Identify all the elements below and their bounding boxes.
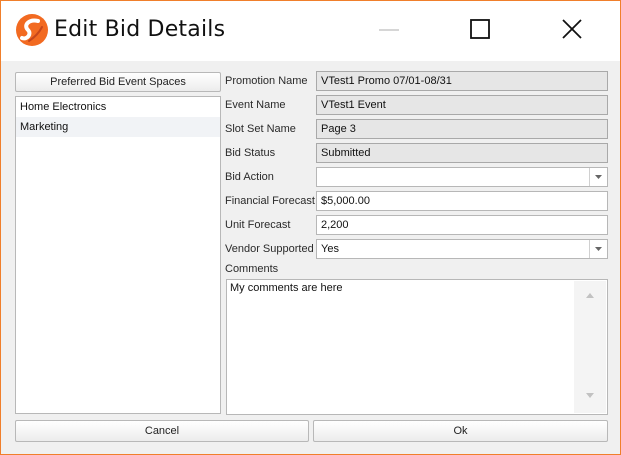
unit-forecast-input[interactable]: 2,200 <box>316 215 608 235</box>
close-icon <box>562 19 582 39</box>
bid-action-dropdown-arrow[interactable] <box>589 168 607 186</box>
comments-label: Comments <box>225 263 279 275</box>
bid-action-dropdown[interactable] <box>316 167 608 187</box>
vendor-supported-label: Vendor Supported <box>225 243 314 255</box>
close-button[interactable] <box>549 11 595 49</box>
scroll-up-icon[interactable] <box>586 293 594 298</box>
slot-set-name-field: Page 3 <box>316 119 608 139</box>
comments-text: My comments are here <box>230 282 343 294</box>
bid-status-label: Bid Status <box>225 147 276 159</box>
preferred-spaces-list: Home Electronics Marketing <box>15 96 221 414</box>
minimize-button[interactable] <box>365 11 411 49</box>
chevron-down-icon <box>595 247 602 251</box>
promotion-name-label: Promotion Name <box>225 75 308 87</box>
financial-forecast-input[interactable]: $5,000.00 <box>316 191 608 211</box>
list-item[interactable]: Home Electronics <box>16 97 220 117</box>
edit-bid-details-window: Edit Bid Details Preferred Bid Event Spa… <box>0 0 621 455</box>
minimize-icon <box>379 29 399 31</box>
slot-set-name-label: Slot Set Name <box>225 123 296 135</box>
preferred-bid-event-spaces-header[interactable]: Preferred Bid Event Spaces <box>15 72 221 92</box>
event-name-field: VTest1 Event <box>316 95 608 115</box>
maximize-icon <box>470 19 490 39</box>
vendor-supported-dropdown[interactable]: Yes <box>316 239 608 259</box>
bid-status-field: Submitted <box>316 143 608 163</box>
promotion-name-field: VTest1 Promo 07/01-08/31 <box>316 71 608 91</box>
maximize-button[interactable] <box>457 11 503 49</box>
window-title: Edit Bid Details <box>54 17 226 42</box>
comments-scrollbar[interactable] <box>574 281 606 413</box>
unit-forecast-label: Unit Forecast <box>225 219 291 231</box>
vendor-supported-value: Yes <box>321 243 339 255</box>
financial-forecast-label: Financial Forecast <box>225 195 315 207</box>
chevron-down-icon <box>595 175 602 179</box>
comments-textarea[interactable]: My comments are here <box>226 279 608 415</box>
event-name-label: Event Name <box>225 99 286 111</box>
title-bar: Edit Bid Details <box>1 1 620 61</box>
ok-button[interactable]: Ok <box>313 420 608 442</box>
vendor-supported-dropdown-arrow[interactable] <box>589 240 607 258</box>
bid-action-label: Bid Action <box>225 171 274 183</box>
scroll-down-icon[interactable] <box>586 393 594 398</box>
list-item[interactable]: Marketing <box>16 117 220 137</box>
app-logo-icon <box>15 13 49 47</box>
cancel-button[interactable]: Cancel <box>15 420 309 442</box>
